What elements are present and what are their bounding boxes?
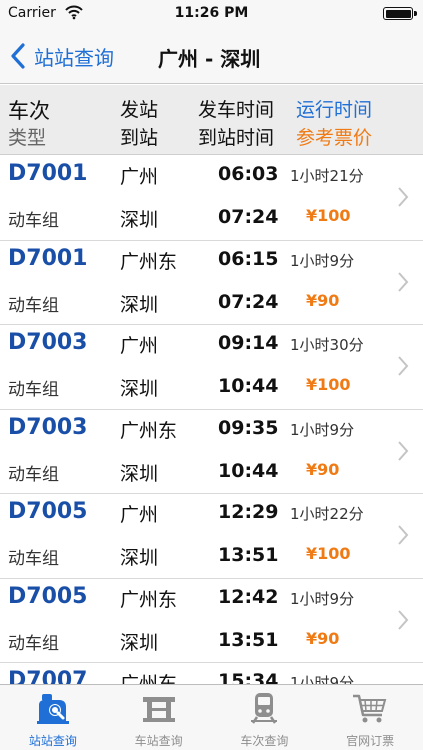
from-station: 广州东 [120, 588, 178, 611]
table-row[interactable]: D7007 广州东 15:34 1小时9分 [0, 663, 423, 684]
navigation-bar: 站站查询 广州 - 深圳 [0, 28, 423, 84]
departure-time: 06:03 [218, 163, 279, 185]
station-icon [142, 697, 175, 722]
from-station: 广州东 [120, 419, 178, 442]
from-station: 广州 [120, 504, 159, 526]
price: ¥100 [306, 375, 351, 394]
tab-label: 车次查询 [240, 734, 289, 748]
arrival-time: 07:24 [218, 290, 279, 313]
status-time: 11:26 PM [174, 5, 249, 21]
arrival-time: 10:44 [218, 375, 279, 397]
departure-time: 12:29 [218, 501, 279, 523]
price: ¥100 [306, 206, 351, 225]
table-row[interactable]: D7003 动车组 广州 深圳 09:14 10:44 1小时30分 ¥100 [0, 325, 423, 410]
station-search-icon [36, 694, 69, 724]
from-station: 广州东 [120, 673, 178, 684]
duration: 1小时9分 [290, 251, 355, 270]
train-number: D7005 [8, 499, 88, 524]
header-to-station: 到站 [120, 127, 159, 149]
header-price: 参考票价 [296, 127, 373, 149]
to-station: 深圳 [120, 209, 159, 231]
duration: 1小时9分 [290, 589, 355, 608]
train-type: 动车组 [8, 295, 59, 316]
to-station: 深圳 [120, 462, 159, 485]
header-duration: 运行时间 [296, 99, 373, 121]
arrival-time: 13:51 [218, 544, 279, 566]
duration: 1小时9分 [290, 420, 355, 439]
header-arrival-time: 到站时间 [198, 127, 275, 149]
departure-time: 15:34 [218, 670, 279, 684]
train-list[interactable]: D7001 动车组 广州 深圳 06:03 07:24 1小时21分 ¥100 … [0, 156, 423, 684]
departure-time: 06:15 [218, 247, 279, 270]
tab-label: 车站查询 [134, 734, 183, 748]
page-title: 广州 - 深圳 [158, 47, 261, 71]
train-type: 动车组 [8, 380, 59, 400]
tab-label: 站站查询 [28, 734, 77, 748]
tab-bar: 站站查询 车站查询 车次查询 官网订票 [0, 684, 423, 750]
chevron-left-icon [11, 43, 25, 69]
to-station: 深圳 [120, 631, 159, 654]
duration: 1小时30分 [290, 336, 364, 354]
header-from-station: 发站 [120, 99, 159, 121]
train-number: D7007 [8, 668, 88, 684]
column-header: 车次 类型 发站 到站 发车时间 到站时间 运行时间 参考票价 [0, 85, 423, 155]
price: ¥100 [306, 544, 351, 563]
chevron-right-icon [398, 271, 409, 292]
to-station: 深圳 [120, 293, 159, 316]
price: ¥90 [306, 290, 340, 310]
tab-official-booking[interactable]: 官网订票 [317, 685, 423, 750]
tab-station-query[interactable]: 车站查询 [106, 685, 212, 750]
table-row[interactable]: D7001 动车组 广州 深圳 06:03 07:24 1小时21分 ¥100 [0, 156, 423, 241]
table-row[interactable]: D7005 动车组 广州东 深圳 12:42 13:51 1小时9分 ¥90 [0, 578, 423, 663]
tab-station-to-station[interactable]: 站站查询 [0, 685, 106, 750]
train-number: D7005 [8, 583, 88, 609]
price: ¥90 [306, 459, 340, 479]
from-station: 广州 [120, 166, 159, 188]
battery-icon [383, 7, 417, 20]
from-station: 广州 [120, 335, 159, 357]
status-bar: Carrier 11:26 PM [0, 0, 423, 28]
train-number: D7001 [8, 161, 88, 186]
train-number: D7001 [8, 245, 88, 271]
chevron-right-icon [398, 440, 409, 461]
departure-time: 12:42 [218, 585, 279, 608]
train-type: 动车组 [8, 211, 59, 231]
header-type: 类型 [8, 127, 47, 149]
table-row[interactable]: D7005 动车组 广州 深圳 12:29 13:51 1小时22分 ¥100 [0, 494, 423, 579]
header-departure-time: 发车时间 [198, 99, 275, 121]
to-station: 深圳 [120, 547, 159, 569]
departure-time: 09:14 [218, 332, 279, 354]
train-type: 动车组 [8, 633, 59, 654]
arrival-time: 13:51 [218, 628, 279, 651]
duration: 1小时9分 [290, 674, 355, 684]
from-station: 广州东 [120, 250, 178, 273]
price: ¥90 [306, 628, 340, 648]
chevron-right-icon [398, 609, 409, 630]
shopping-cart-icon [353, 694, 387, 723]
train-number: D7003 [8, 414, 88, 440]
duration: 1小时22分 [290, 505, 364, 523]
back-button-label: 站站查询 [34, 45, 114, 70]
chevron-right-icon [398, 525, 409, 545]
tab-label: 官网订票 [346, 734, 395, 748]
departure-time: 09:35 [218, 416, 279, 439]
arrival-time: 07:24 [218, 206, 279, 228]
duration: 1小时21分 [290, 167, 364, 185]
tab-train-query[interactable]: 车次查询 [212, 685, 318, 750]
train-icon [251, 693, 278, 724]
train-type: 动车组 [8, 549, 59, 569]
back-button[interactable]: 站站查询 [8, 38, 114, 74]
header-train: 车次 [8, 99, 50, 123]
train-type: 动车组 [8, 464, 59, 485]
to-station: 深圳 [120, 378, 159, 400]
chevron-right-icon [398, 187, 409, 207]
arrival-time: 10:44 [218, 459, 279, 482]
chevron-right-icon [398, 356, 409, 376]
train-number: D7003 [8, 330, 88, 355]
table-row[interactable]: D7001 动车组 广州东 深圳 06:15 07:24 1小时9分 ¥90 [0, 240, 423, 325]
table-row[interactable]: D7003 动车组 广州东 深圳 09:35 10:44 1小时9分 ¥90 [0, 409, 423, 494]
